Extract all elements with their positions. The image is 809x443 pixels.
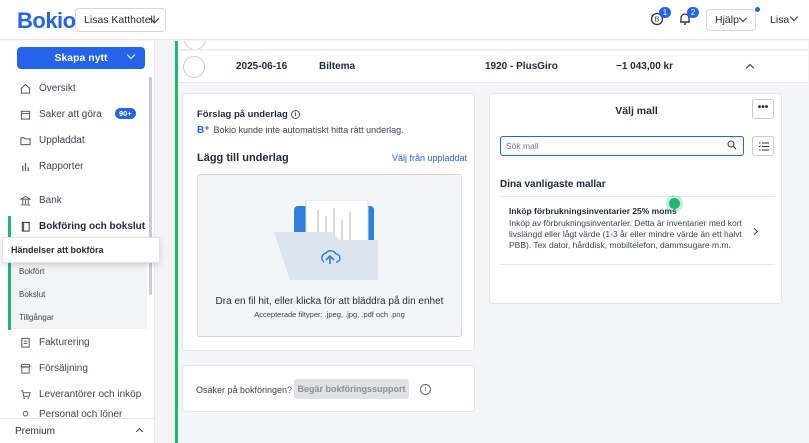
template-name: Inköp förbrukningsinventarier 25% moms — [509, 206, 677, 216]
sub-item-assets[interactable]: Tillgångar — [19, 313, 54, 322]
user-menu-button[interactable]: Lisa — [762, 9, 806, 31]
todo-count-badge: 90+ — [115, 108, 136, 119]
add-attachment-title: Lägg till underlag — [197, 152, 289, 164]
more-options-button[interactable]: ••• — [752, 99, 774, 119]
cart-icon — [20, 389, 31, 399]
template-description: Inköp av förbrukningsinventarier. Detta … — [509, 218, 742, 250]
home-icon — [20, 83, 31, 94]
chevron-down-icon — [738, 13, 748, 23]
bell-badge: 2 — [687, 7, 699, 18]
list-icon — [759, 142, 769, 151]
help-label: Hjälp — [715, 14, 739, 26]
book-icon — [21, 221, 30, 232]
transaction-amount: −1 043,00 kr — [616, 61, 673, 72]
suggestion-title: Förslag på underlag i — [197, 109, 300, 120]
sidebar-item-reports[interactable]: Rapporter — [0, 156, 150, 176]
premium-toggle[interactable]: Premium — [0, 418, 154, 443]
company-name: Lisas Katthotell — [84, 14, 156, 26]
template-title: Välj mall — [615, 105, 658, 117]
table-row-expanded[interactable]: 2025-06-16 Biltema 1920 - PlusGiro −1 04… — [178, 51, 808, 83]
template-panel: Välj mall ••• Dina vanligaste mallar Ink… — [489, 93, 782, 304]
frequent-templates-title: Dina vanligaste mallar — [500, 179, 606, 190]
support-panel: Osäker på bokföringen? Begär bokföringss… — [182, 365, 475, 412]
sidebar-item-todo[interactable]: Saker att göra 90+ — [0, 104, 150, 124]
sub-item-closing[interactable]: Bokslut — [19, 290, 45, 299]
invoice-icon — [21, 337, 30, 348]
sidebar-item-salary[interactable]: Personal och löner — [0, 410, 150, 418]
sidebar-item-uploaded[interactable]: Uppladdat — [0, 130, 150, 150]
cursor-indicator — [666, 195, 683, 212]
premium-label: Premium — [15, 425, 56, 437]
sidebar-item-label: Personal och löner — [39, 410, 123, 418]
row-select-circle[interactable] — [183, 56, 205, 78]
chevron-down-icon — [789, 12, 799, 22]
list-item[interactable]: Inköp förbrukningsinventarier 25% moms I… — [500, 197, 775, 265]
calendar-icon — [20, 110, 31, 120]
info-icon[interactable]: i — [420, 384, 431, 395]
person-icon — [22, 410, 29, 417]
support-question: Osäker på bokföringen? — [196, 385, 293, 395]
accepted-file-types: Accepterade filtyper: .jpeg, .jpg, .pdf … — [254, 310, 405, 319]
sidebar-item-label: Fakturering — [39, 336, 90, 348]
template-list-button[interactable] — [752, 136, 774, 156]
bokio-ai-icon: B⁺ — [197, 125, 210, 136]
suggestion-title-text: Förslag på underlag — [197, 109, 288, 120]
table-row-previous[interactable] — [178, 41, 808, 50]
sidebar-item-invoicing[interactable]: Fakturering — [0, 332, 150, 352]
info-icon[interactable]: i — [290, 110, 300, 119]
transaction-description: Biltema — [319, 61, 356, 72]
transaction-accent-bar — [175, 41, 178, 443]
sidebar-item-label: Rapporter — [39, 160, 84, 172]
bank-icon — [20, 195, 31, 205]
search-icon — [727, 140, 737, 150]
svg-text:B: B — [655, 17, 660, 24]
sidebar-item-bank[interactable]: Bank — [0, 190, 150, 210]
bell-notification-button[interactable]: 2 — [678, 7, 699, 26]
sidebar-tooltip: Händelser att bokföra — [2, 237, 160, 263]
transaction-date: 2025-06-16 — [236, 61, 288, 72]
coin-badge: 1 — [659, 7, 671, 18]
sidebar-item-label: Försäljning — [39, 362, 88, 374]
sidebar-item-overview[interactable]: Översikt — [0, 78, 150, 98]
file-dropzone[interactable]: Dra en fil hit, eller klicka för att blä… — [197, 174, 462, 337]
user-label: Lisa — [770, 14, 790, 26]
choose-uploaded-link[interactable]: Välj från uppladdat — [392, 153, 467, 163]
create-new-button[interactable]: Skapa nytt — [17, 47, 145, 69]
sidebar-item-label: Översikt — [39, 82, 76, 94]
chevron-up-icon — [135, 427, 144, 436]
sidebar-item-label: Saker att göra — [39, 108, 102, 120]
template-search-input[interactable] — [500, 136, 744, 156]
chevron-down-icon — [126, 50, 136, 60]
dropzone-text: Dra en fil hit, eller klicka för att blä… — [215, 296, 444, 307]
sidebar-item-suppliers[interactable]: Leverantörer och inköp — [0, 384, 150, 404]
sidebar-item-sales[interactable]: Försäljning — [0, 358, 150, 378]
sidebar-item-label: Uppladdat — [39, 134, 85, 146]
ai-message: B⁺ Bokio kunde inte automatiskt hitta rät… — [197, 125, 404, 136]
status-dot — [755, 7, 760, 12]
chevron-up-icon[interactable] — [745, 63, 755, 73]
top-header: Bokio Lisas Katthotell B 1 2 Hjälp Lisa — [0, 0, 809, 40]
suggestion-panel: Förslag på underlag i B⁺ Bokio kunde inte … — [182, 93, 475, 351]
sidebar-item-label: Leverantörer och inköp — [39, 388, 142, 400]
create-new-label: Skapa nytt — [54, 52, 108, 64]
chevron-right-icon — [750, 227, 759, 236]
sub-item-booked[interactable]: Bokfört — [19, 267, 44, 276]
sidebar-item-bookkeeping[interactable]: Bokföring och bokslut — [0, 216, 150, 236]
sidebar-item-label: Bank — [39, 194, 62, 206]
bokio-logo[interactable]: Bokio — [17, 8, 76, 34]
row-select-circle[interactable] — [184, 41, 206, 49]
upload-folder-icon — [274, 200, 378, 280]
company-selector[interactable]: Lisas Katthotell — [75, 8, 166, 32]
request-support-button[interactable]: Begär bokföringssupport — [294, 379, 409, 399]
help-button[interactable]: Hjälp — [706, 9, 756, 31]
sidebar-item-label: Bokföring och bokslut — [39, 220, 146, 232]
transaction-account: 1920 - PlusGiro — [485, 61, 558, 72]
coin-notification-button[interactable]: B 1 — [650, 7, 671, 26]
store-icon — [20, 363, 31, 374]
bar-chart-icon — [22, 162, 29, 171]
folder-icon — [20, 136, 31, 145]
ai-message-text: Bokio kunde inte automatiskt hitta rätt … — [213, 125, 404, 135]
